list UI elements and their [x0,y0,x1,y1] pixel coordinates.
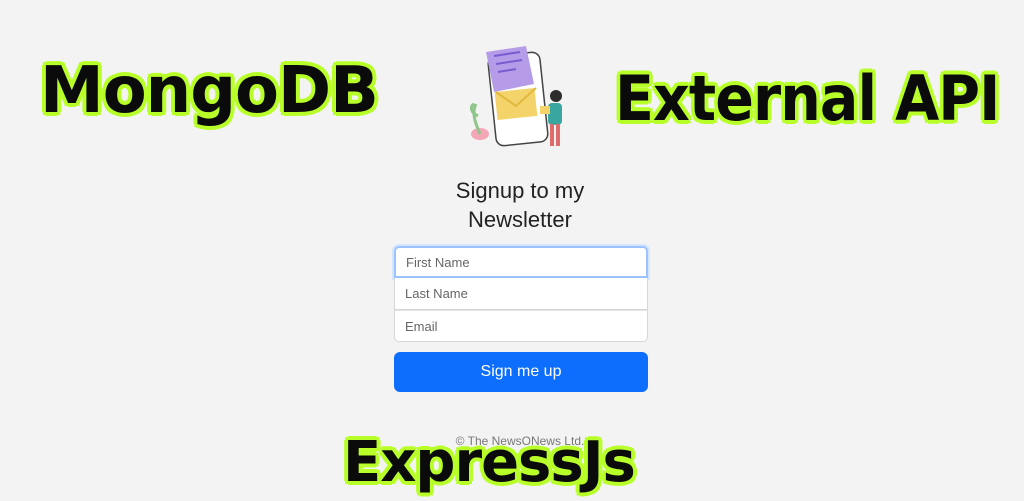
page-title: Signup to my Newsletter [455,178,585,232]
signup-button[interactable]: Sign me up [394,352,648,392]
first-name-input[interactable] [394,246,648,278]
signup-form: Sign me up [394,246,648,392]
email-input[interactable] [394,310,648,342]
newsletter-illustration-icon [468,46,578,156]
overlay-expressjs-label: ExpressJs [343,430,636,495]
overlay-external-api-label: External API [615,62,1000,135]
last-name-input[interactable] [394,278,648,310]
overlay-mongodb-label: MongoDB [40,54,379,128]
